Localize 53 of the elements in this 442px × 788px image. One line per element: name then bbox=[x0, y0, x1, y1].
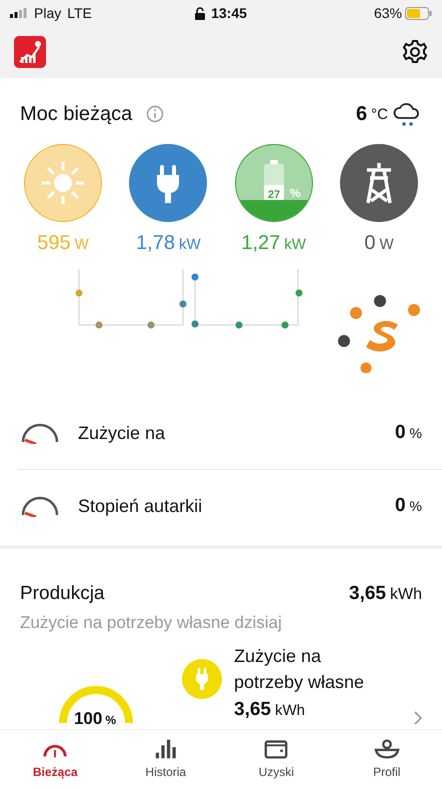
section-title: Produkcja bbox=[20, 583, 104, 605]
ratio-unit: % bbox=[410, 425, 422, 441]
section-title: Moc bieżąca bbox=[20, 102, 132, 126]
network-type: LTE bbox=[67, 5, 92, 21]
production-unit: kWh bbox=[390, 586, 422, 603]
temperature-value: 6 bbox=[356, 102, 368, 126]
gauge-unit: % bbox=[105, 713, 116, 727]
settings-icon[interactable] bbox=[402, 39, 428, 65]
battery-percent: 63% bbox=[374, 5, 402, 21]
ratio-value: 0 bbox=[394, 495, 406, 516]
gauge-icon bbox=[20, 422, 60, 444]
production-total: 3,65 bbox=[349, 583, 386, 604]
temperature-unit: °C bbox=[371, 106, 388, 122]
power-value: 0 bbox=[364, 232, 376, 254]
ratio-label: Zużycie na bbox=[78, 422, 166, 444]
nav-tab[interactable]: Historia bbox=[110, 730, 221, 788]
ratio-label: Stopień autarkii bbox=[78, 496, 204, 516]
nav-tab[interactable]: Uzyski bbox=[221, 730, 332, 788]
wallet-icon bbox=[263, 739, 290, 759]
plug-icon bbox=[157, 165, 180, 203]
ratio-value: 0 bbox=[394, 422, 406, 443]
power-value: 1,78 bbox=[136, 232, 175, 254]
nav-tab[interactable]: Profil bbox=[332, 730, 442, 788]
gauge-value: 100 bbox=[74, 709, 102, 728]
info-icon[interactable] bbox=[146, 105, 164, 123]
pylon-icon bbox=[365, 161, 393, 205]
section-subtitle: Zużycie na potrzeby własne dzisiaj bbox=[20, 613, 283, 633]
power-unit: kW bbox=[284, 236, 306, 253]
gauge-icon bbox=[20, 495, 60, 517]
rain-cloud-icon bbox=[392, 100, 422, 128]
power-value: 595 bbox=[37, 232, 71, 254]
battery-percent: 27 bbox=[268, 189, 280, 201]
carrier-name: Play bbox=[34, 5, 62, 21]
nav-tab[interactable]: Bieżąca bbox=[0, 730, 110, 788]
signal-icon bbox=[10, 8, 28, 18]
plug-icon bbox=[182, 659, 222, 699]
ratio-unit: % bbox=[410, 498, 422, 514]
sun-icon bbox=[42, 162, 84, 204]
consumption-value: 3,65 bbox=[234, 699, 271, 720]
clock-time: 13:45 bbox=[211, 5, 247, 21]
power-value: 1,27 bbox=[241, 232, 280, 254]
battery-icon bbox=[264, 160, 284, 200]
person-icon bbox=[374, 739, 400, 759]
power-unit: W bbox=[379, 236, 394, 253]
chevron-icon[interactable] bbox=[414, 711, 422, 725]
consumption-label: Zużycie na potrzeby własne bbox=[234, 645, 366, 694]
power-unit: W bbox=[74, 236, 89, 253]
percent-sign: % bbox=[290, 186, 300, 200]
battery-icon bbox=[405, 6, 432, 20]
lock-icon bbox=[195, 6, 206, 20]
power-unit: kW bbox=[178, 236, 201, 253]
consumption-unit: kWh bbox=[274, 702, 305, 719]
app-logo[interactable] bbox=[14, 36, 46, 68]
